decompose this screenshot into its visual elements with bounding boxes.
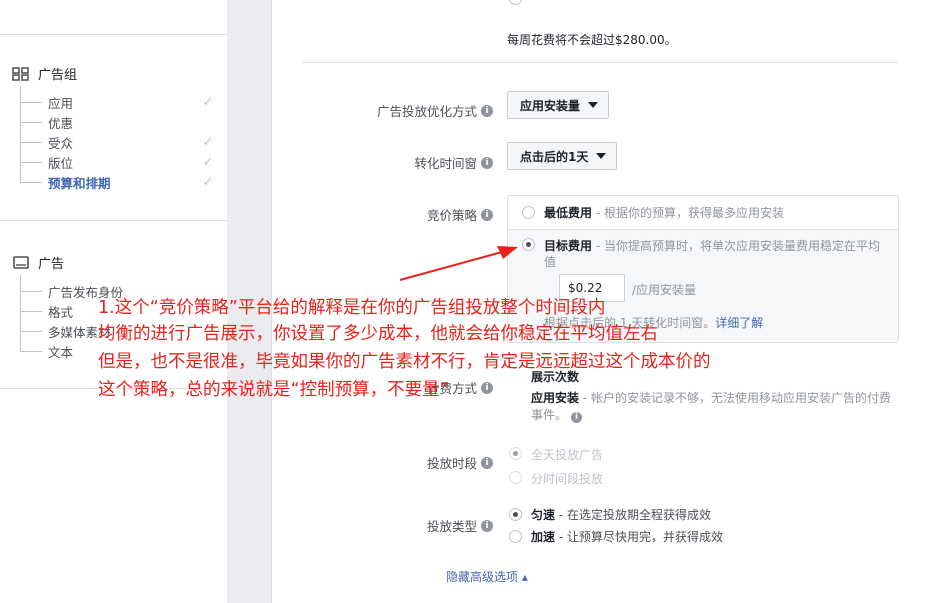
- lowest-cost-title: 最低费用: [544, 206, 593, 220]
- weekly-spend-note: 每周花费将不会超过$280.00。: [507, 33, 677, 47]
- accelerated-delivery-radio[interactable]: [509, 530, 522, 543]
- nav-item-app[interactable]: 应用 ✓: [20, 92, 215, 112]
- delivery-type-label: 投放类型 i: [427, 516, 493, 535]
- all-day-radio[interactable]: [509, 447, 522, 460]
- nav-divider: [0, 220, 227, 221]
- info-icon[interactable]: i: [571, 412, 583, 423]
- schedule-label-text: 投放时段: [426, 456, 477, 471]
- optimization-value: 应用安装量: [520, 98, 581, 113]
- target-cost-option[interactable]: 目标费用 - 当你提高预算时，将单次应用安装量费用稳定在平均: [544, 237, 880, 254]
- info-icon[interactable]: i: [481, 381, 493, 394]
- caret-down-icon: [588, 102, 599, 108]
- caret-down-icon: [596, 153, 607, 159]
- lowest-cost-desc: - 根据你的预算，获得最多应用安装: [592, 206, 784, 220]
- lowest-cost-option[interactable]: 最低费用 - 根据你的预算，获得最多应用安装: [544, 204, 784, 221]
- annotation-line-1: 1.这个“竞价策略”平台给的解释是在你的广告组投放整个时间段内: [98, 298, 606, 318]
- info-icon[interactable]: i: [481, 519, 493, 532]
- annotation-line-2: 均衡的进行广告展示，你设置了多少成本，他就会给你稳定在平均值左右: [98, 324, 658, 344]
- radio-partial[interactable]: [509, 0, 522, 5]
- custom-schedule-option[interactable]: 分时间段投放: [531, 470, 603, 487]
- info-icon[interactable]: i: [481, 104, 493, 117]
- optimization-dropdown[interactable]: 应用安装量: [507, 91, 610, 119]
- info-icon[interactable]: i: [481, 156, 493, 169]
- annotation-line-4: 这个策略，总的来说就是“控制预算，不要量”: [98, 380, 449, 400]
- nav-item-label: 版位: [48, 155, 74, 171]
- accelerated-desc: - 让预算尽快用完，并获得成效: [555, 530, 723, 544]
- accelerated-delivery-option[interactable]: 加速 - 让预算尽快用完，并获得成效: [531, 528, 723, 545]
- nav-divider: [0, 34, 227, 35]
- bid-strategy-label-text: 竞价策略: [426, 208, 477, 223]
- ad-screen-icon: [12, 255, 30, 270]
- nav-ad-heading[interactable]: 广告: [12, 253, 64, 272]
- billing-app-install-desc: - 帐户的安装记录不够，无法使用移动应用安装广告的付费: [579, 391, 891, 405]
- nav-item-placement[interactable]: 版位 ✓: [20, 152, 215, 172]
- accelerated-title: 加速: [531, 530, 556, 544]
- standard-delivery-option[interactable]: 匀速 - 在选定投放期全程获得成效: [531, 506, 711, 523]
- nav-item-offer[interactable]: 优惠: [20, 112, 215, 132]
- target-cost-unit: /应用安装量: [632, 283, 697, 297]
- target-cost-radio[interactable]: [522, 238, 535, 251]
- optimization-label: 广告投放优化方式 i: [377, 101, 493, 120]
- nav-adset-heading-label: 广告组: [38, 68, 78, 83]
- conversion-window-dropdown[interactable]: 点击后的1天: [507, 142, 618, 170]
- check-icon: ✓: [202, 175, 214, 190]
- check-icon: ✓: [202, 155, 214, 170]
- nav-item-budget-schedule[interactable]: 预算和排期 ✓: [20, 172, 215, 192]
- learn-more-link[interactable]: 详细了解: [715, 316, 763, 330]
- conversion-window-label-text: 转化时间窗: [414, 156, 477, 171]
- nav-ad-heading-label: 广告: [38, 257, 65, 272]
- standard-delivery-radio[interactable]: [509, 508, 522, 521]
- nav-item-label: 预算和排期: [48, 175, 111, 191]
- nav-item-label: 应用: [48, 95, 74, 111]
- schedule-label: 投放时段 i: [427, 453, 493, 472]
- check-icon: ✓: [202, 135, 214, 150]
- conversion-window-label: 转化时间窗 i: [414, 153, 493, 172]
- custom-schedule-radio[interactable]: [509, 471, 522, 484]
- billing-app-install-title: 应用安装: [531, 391, 580, 405]
- bid-strategy-label: 竞价策略 i: [427, 205, 493, 224]
- conversion-window-value: 点击后的1天: [520, 149, 589, 164]
- section-divider: [302, 62, 898, 63]
- delivery-type-label-text: 投放类型: [426, 519, 477, 534]
- target-cost-desc-cont: 值: [544, 255, 557, 269]
- hide-advanced-options-link[interactable]: 隐藏高级选项 ▴: [446, 568, 528, 585]
- billing-app-install-desc-cont: 事件。: [531, 408, 568, 422]
- grid-icon: [12, 66, 30, 81]
- nav-item-label: 受众: [48, 135, 74, 151]
- lowest-cost-radio[interactable]: [522, 206, 535, 219]
- info-icon[interactable]: i: [481, 456, 493, 469]
- nav-adset-heading[interactable]: 广告组: [12, 64, 77, 83]
- nav-item-label: 优惠: [48, 115, 74, 131]
- target-cost-title: 目标费用: [544, 239, 593, 253]
- check-icon: ✓: [202, 95, 214, 110]
- optimization-label-text: 广告投放优化方式: [376, 104, 477, 119]
- all-day-option[interactable]: 全天投放广告: [531, 446, 603, 463]
- nav-item-audience[interactable]: 受众 ✓: [20, 132, 215, 152]
- info-icon[interactable]: i: [481, 208, 493, 221]
- standard-title: 匀速: [531, 508, 556, 522]
- annotation-line-3: 但是，也不是很准，毕竟如果你的广告素材不行，肯定是远远超过这个成本价的: [98, 352, 711, 372]
- target-cost-desc: - 当你提高预算时，将单次应用安装量费用稳定在平均: [592, 239, 880, 253]
- standard-desc: - 在选定投放期全程获得成效: [555, 508, 711, 522]
